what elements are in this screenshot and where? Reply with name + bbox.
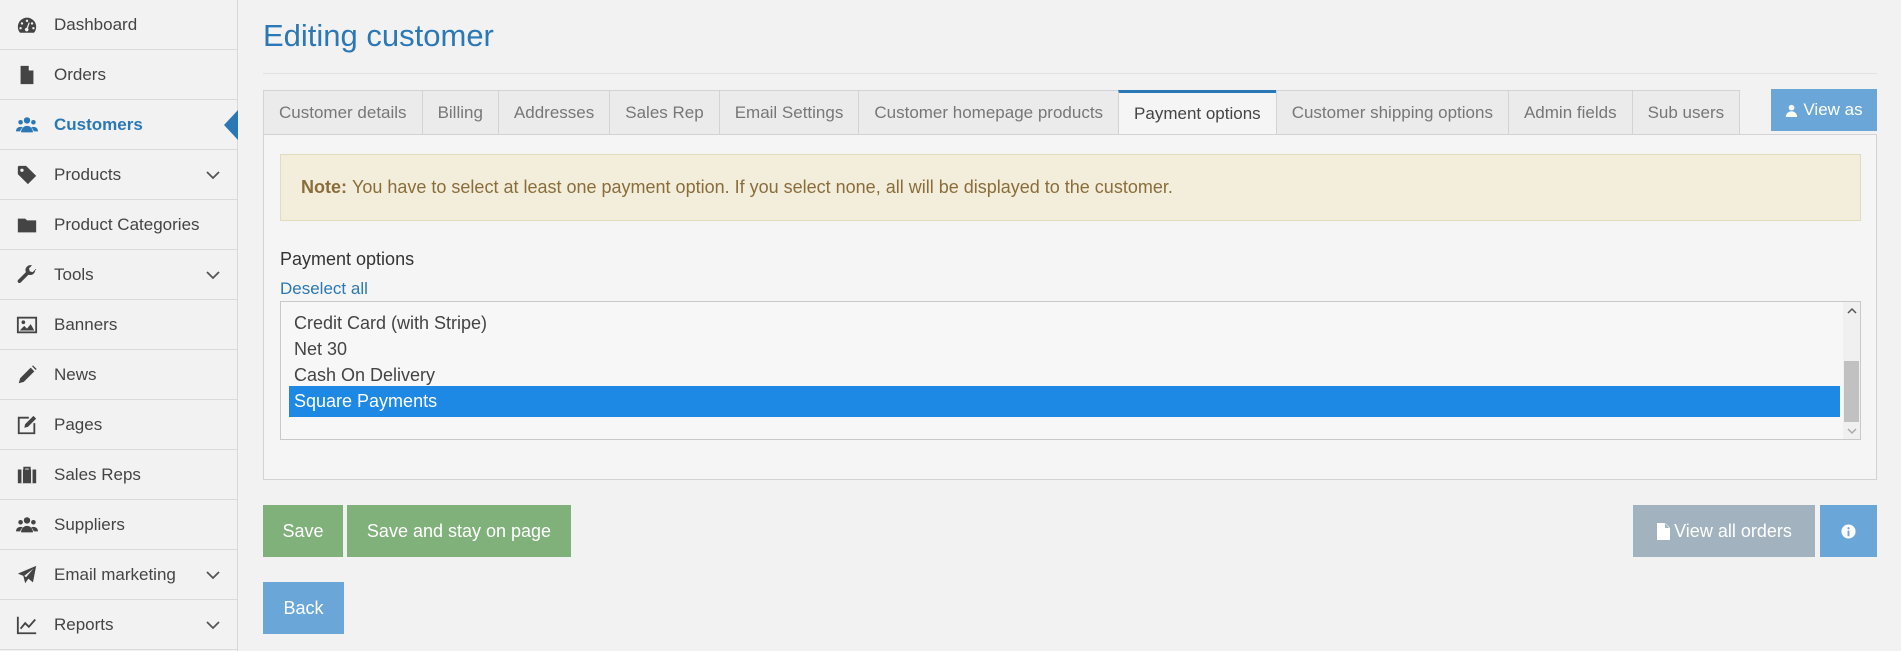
chevron-down-icon[interactable] — [205, 567, 221, 583]
tab-bar: Customer details Billing Addresses Sales… — [263, 90, 1741, 136]
note-alert: Note: You have to select at least one pa… — [280, 154, 1861, 221]
chevron-down-icon[interactable] — [205, 617, 221, 633]
sidebar-item-label: Sales Reps — [54, 464, 141, 484]
scrollbar-thumb[interactable] — [1844, 361, 1859, 422]
tab-payment-options[interactable]: Payment options — [1118, 90, 1276, 136]
view-all-orders-button[interactable]: View all orders — [1633, 505, 1815, 557]
sidebar-item-banners[interactable]: Banners — [0, 300, 237, 350]
sidebar-item-products[interactable]: Products — [0, 150, 237, 200]
deselect-all-link[interactable]: Deselect all — [280, 279, 368, 299]
sidebar-item-label: Customers — [54, 114, 143, 134]
file-icon — [1657, 522, 1671, 540]
note-text: You have to select at least one payment … — [352, 177, 1173, 197]
users-icon — [14, 514, 40, 536]
tab-sales-rep[interactable]: Sales Rep — [609, 90, 719, 135]
sidebar-item-label: Reports — [54, 614, 114, 634]
scroll-down-icon[interactable] — [1843, 422, 1860, 439]
line-chart-icon — [14, 614, 40, 636]
payment-options-select[interactable]: Credit Card (with Stripe) Net 30 Cash On… — [280, 301, 1861, 440]
tab-admin-fields[interactable]: Admin fields — [1507, 90, 1632, 135]
users-icon — [14, 114, 40, 136]
back-button[interactable]: Back — [263, 582, 344, 634]
sidebar-item-label: Dashboard — [54, 14, 138, 34]
tag-icon — [14, 164, 40, 186]
view-as-button[interactable]: View as — [1771, 89, 1877, 131]
tab-customer-homepage-products[interactable]: Customer homepage products — [858, 90, 1119, 135]
edit-icon — [14, 414, 40, 436]
sidebar-item-news[interactable]: News — [0, 350, 237, 400]
scroll-up-icon[interactable] — [1843, 302, 1860, 319]
sidebar-item-suppliers[interactable]: Suppliers — [0, 500, 237, 550]
save-and-stay-button[interactable]: Save and stay on page — [347, 505, 571, 557]
folder-icon — [14, 214, 40, 236]
info-button[interactable] — [1820, 505, 1877, 557]
chevron-down-icon[interactable] — [205, 167, 221, 183]
paper-plane-icon — [14, 564, 40, 586]
sidebar-item-label: Suppliers — [54, 514, 125, 534]
dashboard-icon — [14, 14, 40, 36]
view-as-label: View as — [1803, 100, 1863, 119]
sidebar-item-orders[interactable]: Orders — [0, 50, 237, 100]
scrollbar[interactable] — [1843, 302, 1860, 439]
page-title: Editing customer — [263, 18, 494, 53]
sidebar-item-dashboard[interactable]: Dashboard — [0, 0, 237, 50]
sidebar-item-label: Product Categories — [54, 214, 200, 234]
image-icon — [14, 314, 40, 336]
sidebar: Dashboard Orders Customers Products Prod… — [0, 0, 238, 651]
sidebar-item-sales-reps[interactable]: Sales Reps — [0, 450, 237, 500]
tab-sub-users[interactable]: Sub users — [1631, 90, 1741, 135]
view-all-orders-label: View all orders — [1674, 520, 1792, 541]
sidebar-item-customers[interactable]: Customers — [0, 100, 238, 150]
tab-customer-shipping-options[interactable]: Customer shipping options — [1275, 90, 1508, 135]
info-icon — [1841, 523, 1856, 539]
sidebar-item-label: Banners — [54, 314, 118, 334]
user-icon — [1786, 104, 1798, 117]
sidebar-item-label: Pages — [54, 414, 103, 434]
sidebar-item-label: Orders — [54, 64, 106, 84]
sidebar-item-tools[interactable]: Tools — [0, 250, 237, 300]
tab-addresses[interactable]: Addresses — [497, 90, 610, 135]
tab-customer-details[interactable]: Customer details — [263, 90, 422, 135]
wrench-icon — [14, 264, 40, 286]
save-button[interactable]: Save — [263, 505, 343, 557]
note-strong: Note: — [301, 177, 347, 197]
main-content: Editing customer Customer details Billin… — [263, 0, 1877, 651]
sidebar-item-reports[interactable]: Reports — [0, 600, 237, 650]
sidebar-item-label: Tools — [54, 264, 94, 284]
sidebar-item-product-categories[interactable]: Product Categories — [0, 200, 237, 250]
file-icon — [14, 64, 40, 86]
tab-email-settings[interactable]: Email Settings — [718, 90, 859, 135]
sidebar-item-label: Products — [54, 164, 122, 184]
tab-billing[interactable]: Billing — [421, 90, 498, 135]
list-item[interactable]: Square Payments — [289, 386, 1840, 417]
payment-options-label: Payment options — [280, 249, 415, 269]
sidebar-item-label: Email marketing — [54, 564, 176, 584]
payment-options-panel: Note: You have to select at least one pa… — [263, 134, 1877, 480]
briefcase-icon — [14, 464, 40, 486]
sidebar-item-label: News — [54, 364, 97, 384]
sidebar-item-email-marketing[interactable]: Email marketing — [0, 550, 237, 600]
chevron-down-icon[interactable] — [205, 267, 221, 283]
pencil-icon — [14, 364, 40, 386]
sidebar-item-pages[interactable]: Pages — [0, 400, 237, 450]
title-divider — [263, 73, 1877, 74]
